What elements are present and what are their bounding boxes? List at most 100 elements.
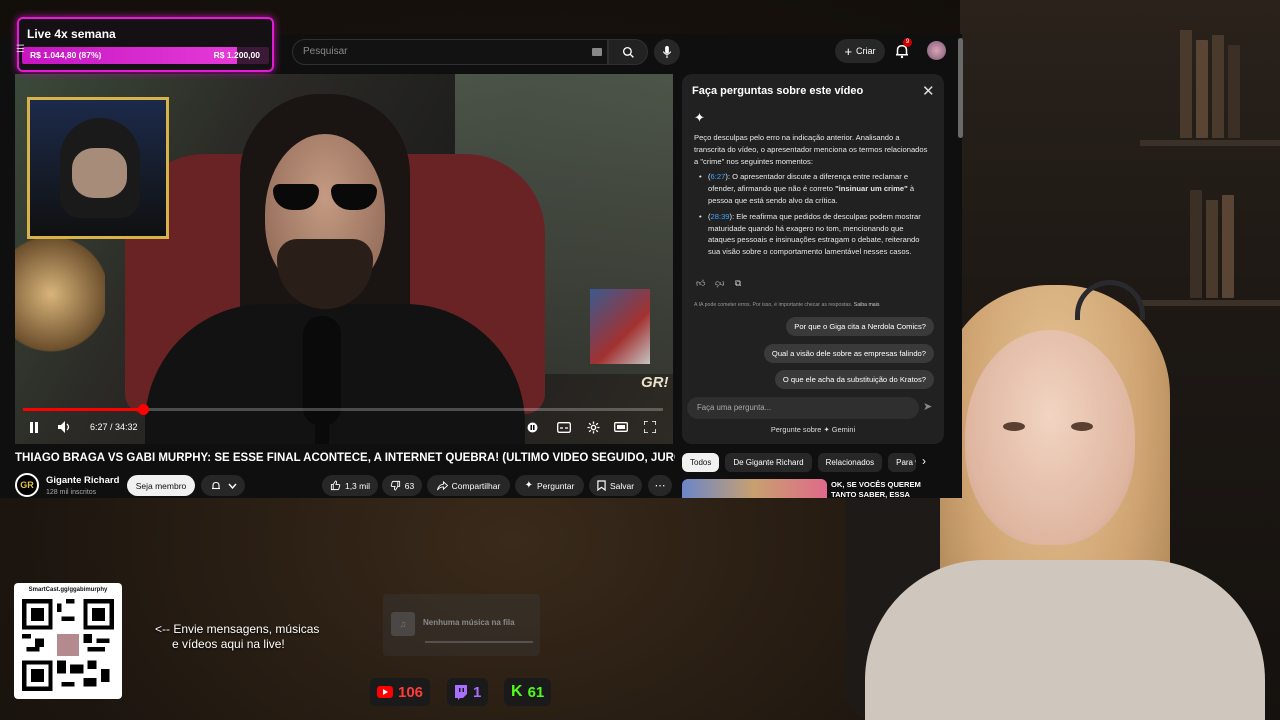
suggestion-chip[interactable]: Por que o Giga cita a Nerdola Comics?: [786, 317, 934, 336]
fullscreen-button[interactable]: [642, 419, 658, 435]
shelf: [1140, 140, 1280, 146]
chip-all[interactable]: Todos: [682, 453, 720, 472]
like-button[interactable]: 1,3 mil: [322, 475, 378, 496]
ai-feedback-row: 👍︎ 👍︎ ⧉: [696, 278, 741, 289]
video-watermark: GR!: [641, 374, 669, 391]
ai-response: Peço desculpas pelo erro na indicação an…: [694, 132, 932, 262]
qr-code-url: SmartCast.gg/ggabimurphy: [28, 587, 108, 593]
video-wall-poster: [590, 289, 650, 364]
ai-question-input[interactable]: Faça uma pergunta...: [687, 397, 919, 419]
goal-current-amount: R$ 1.044,80 (87%): [30, 50, 102, 60]
send-message-line-1: <-- Envie mensagens, músicas: [155, 622, 320, 636]
video-scrubber-handle[interactable]: [138, 404, 149, 415]
recommended-video-thumbnail[interactable]: [682, 479, 827, 498]
suggestion-chip[interactable]: O que ele acha da substituição do Kratos…: [774, 370, 934, 389]
search-icon: [622, 46, 634, 58]
thumbs-down-icon[interactable]: 👍︎: [715, 278, 724, 289]
close-icon[interactable]: ✕: [922, 82, 935, 100]
join-membership-button[interactable]: Seja membro: [127, 475, 195, 496]
qr-code-card: SmartCast.gg/ggabimurphy: [14, 583, 122, 699]
streamer-shirt: [865, 560, 1265, 720]
theater-mode-button[interactable]: [613, 419, 629, 435]
settings-button[interactable]: [585, 419, 601, 435]
twitch-icon: [455, 684, 467, 700]
share-icon: [436, 480, 448, 490]
account-avatar[interactable]: [927, 41, 946, 60]
share-label: Compartilhar: [451, 480, 501, 491]
more-actions-button[interactable]: ⋯: [648, 475, 672, 496]
music-note-icon: ♫: [391, 612, 415, 636]
plus-icon: +: [844, 43, 853, 59]
chevron-right-icon[interactable]: ›: [922, 454, 926, 468]
reaction-facecam: [27, 97, 169, 239]
subscription-bell-button[interactable]: [201, 475, 245, 496]
pause-icon: [30, 421, 38, 433]
video-microphone-arm: [315, 424, 329, 444]
subscriber-count: 128 mil inscritos: [46, 489, 97, 496]
chip-from-channel[interactable]: De Gigante Richard: [725, 453, 812, 472]
volume-icon: [57, 421, 69, 433]
search-placeholder: Pesquisar: [303, 46, 348, 57]
ai-disclaimer: A IA pode cometer erros. Por isso, é imp…: [694, 302, 879, 308]
microphone-icon: [662, 45, 672, 58]
facecam-face: [72, 148, 127, 198]
copy-icon[interactable]: ⧉: [735, 278, 741, 289]
music-queue-widget: ♫ Nenhuma música na fila: [383, 594, 540, 656]
autoplay-icon: [527, 422, 537, 432]
channel-avatar[interactable]: GR: [15, 473, 39, 497]
bookmark-icon: [597, 480, 606, 491]
search-input[interactable]: Pesquisar: [292, 39, 608, 65]
ai-response-list: (6:27): O apresentador discute a diferen…: [694, 171, 932, 258]
learn-more-link[interactable]: Saiba mais: [854, 302, 880, 308]
suggestion-chip[interactable]: Qual a visão dele sobre as empresas fali…: [763, 344, 934, 363]
hamburger-menu-icon[interactable]: ☰: [16, 44, 25, 55]
timestamp-link[interactable]: 28:39: [711, 212, 730, 221]
search-button[interactable]: [608, 39, 648, 65]
book: [1228, 45, 1240, 138]
ai-response-item: (28:39): Ele reafirma que pedidos de des…: [699, 211, 932, 258]
send-icon[interactable]: ➤: [923, 400, 932, 413]
youtube-viewers: 106: [398, 683, 424, 701]
save-button[interactable]: Salvar: [589, 475, 642, 496]
subtitles-icon: [557, 421, 571, 433]
video-title: THIAGO BRAGA VS GABI MURPHY: SE ESSE FIN…: [15, 452, 675, 464]
recommended-video-title[interactable]: OK, SE VOCÊS QUEREM TANTO SABER, ESSA: [831, 480, 921, 499]
autoplay-toggle[interactable]: [525, 419, 539, 435]
kick-viewers: 61: [527, 683, 545, 701]
page-scrollbar[interactable]: [958, 38, 963, 138]
dislike-button[interactable]: 63: [382, 475, 422, 496]
keyboard-icon[interactable]: [592, 48, 602, 56]
qr-code-icon: [22, 599, 114, 691]
subtitles-button[interactable]: [556, 419, 572, 435]
thumbs-down-icon: [390, 480, 400, 491]
kick-icon: K: [511, 683, 523, 700]
video-globe-lamp: [15, 234, 105, 354]
book: [1196, 40, 1208, 138]
more-horizontal-icon: ⋯: [654, 480, 666, 492]
music-queue-status: Nenhuma música na fila: [423, 618, 515, 627]
kick-viewer-counter: K 61: [504, 678, 552, 706]
pause-button[interactable]: [27, 419, 41, 435]
create-button[interactable]: + Criar: [835, 39, 885, 63]
send-message-callout: <-- Envie mensagens, músicas e vídeos aq…: [155, 622, 319, 652]
youtube-viewer-counter: 106: [370, 678, 431, 706]
ask-label: Perguntar: [537, 480, 575, 491]
book: [1212, 35, 1224, 138]
chip-related[interactable]: Relacionados: [817, 453, 883, 472]
fullscreen-icon: [644, 421, 656, 433]
channel-name[interactable]: Gigante Richard: [46, 475, 119, 486]
thumbs-up-icon[interactable]: 👍︎: [696, 278, 705, 289]
voice-search-button[interactable]: [654, 39, 680, 65]
chip-for-you[interactable]: Para v: [888, 453, 917, 472]
recommendation-filter-chips: Todos De Gigante Richard Relacionados Pa…: [682, 453, 917, 473]
youtube-icon: [377, 686, 393, 698]
ask-button[interactable]: ✦ Perguntar: [515, 475, 584, 496]
ai-disclaimer-text: A IA pode cometer erros. Por isso, é imp…: [694, 302, 853, 308]
volume-button[interactable]: [56, 419, 72, 435]
streamer-face: [965, 330, 1135, 545]
twitch-viewers: 1: [473, 683, 482, 701]
video-progress-bar[interactable]: [23, 404, 663, 415]
share-button[interactable]: Compartilhar: [427, 475, 510, 496]
timestamp-link[interactable]: 6:27: [711, 172, 726, 181]
sparkle-icon: ✦: [694, 110, 705, 125]
